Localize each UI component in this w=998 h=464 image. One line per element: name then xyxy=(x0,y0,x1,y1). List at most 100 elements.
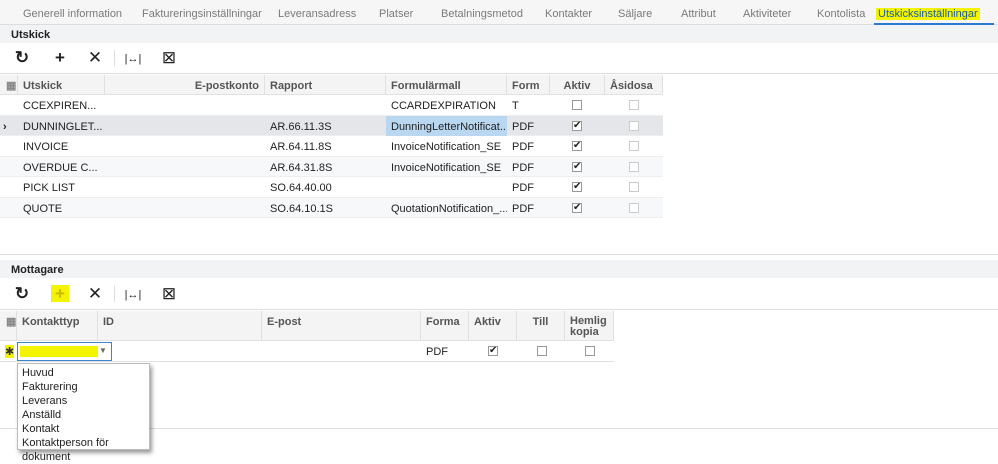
aktiv-checkbox[interactable]: ✔ xyxy=(572,182,582,192)
till-checkbox[interactable] xyxy=(537,346,547,356)
delete-icon[interactable]: ✕ xyxy=(86,49,104,66)
kontakttyp-value xyxy=(20,346,98,357)
column-header-aktiv[interactable]: Aktiv xyxy=(550,75,605,94)
tab-leveransadress[interactable]: Leveransadress xyxy=(278,8,356,20)
table-row[interactable]: OVERDUE C... AR.64.31.8S InvoiceNotificati… xyxy=(0,156,663,177)
column-header-kontakttyp[interactable]: Kontakttyp xyxy=(17,311,98,340)
aktiv-checkbox[interactable]: ✔ xyxy=(572,202,582,213)
section-title-utskick: Utskick xyxy=(0,25,998,43)
utskick-cell[interactable]: PICK LIST xyxy=(18,182,105,194)
form-cell[interactable]: PDF xyxy=(507,162,550,174)
column-header-epostkonto[interactable]: E-postkonto xyxy=(105,75,265,94)
rapport-cell[interactable]: AR.66.11.3S xyxy=(265,121,386,133)
dropdown-option-huvud[interactable]: Huvud xyxy=(18,366,149,380)
formularmall-cell[interactable]: InvoiceNotification_SE xyxy=(386,141,507,153)
table-row[interactable]: PICK LIST SO.64.40.00 PDF ✔ xyxy=(0,177,663,198)
toolbar-divider xyxy=(114,50,115,66)
column-header-epost[interactable]: E-post xyxy=(262,311,421,340)
tab-bar: Generell information Faktureringsinställ… xyxy=(0,0,998,25)
tab-betalningsmetod[interactable]: Betalningsmetod xyxy=(441,8,523,20)
tab-generell-information[interactable]: Generell information xyxy=(23,8,122,20)
column-settings-icon[interactable]: ▦ xyxy=(0,311,17,340)
column-header-forma[interactable]: Forma xyxy=(421,311,469,340)
utskick-cell[interactable]: DUNNINGLET... xyxy=(18,121,105,133)
asidosa-checkbox[interactable] xyxy=(629,100,639,110)
tab-faktureringsinstallningar[interactable]: Faktureringsinställningar xyxy=(142,8,262,20)
rapport-cell[interactable]: AR.64.11.8S xyxy=(265,141,386,153)
dropdown-option-fakturering[interactable]: Fakturering xyxy=(18,380,149,394)
table-row[interactable]: QUOTE SO.64.10.1S QuotationNotification_..… xyxy=(0,197,663,218)
asidosa-checkbox[interactable] xyxy=(629,202,639,213)
form-cell[interactable]: PDF xyxy=(507,182,550,194)
column-header-till[interactable]: Till xyxy=(517,311,565,340)
refresh-icon[interactable]: ↻ xyxy=(13,49,31,66)
toolbar-divider xyxy=(114,286,115,302)
tab-platser[interactable]: Platser xyxy=(379,8,413,20)
add-icon[interactable]: + xyxy=(51,49,69,66)
utskick-cell[interactable]: CCEXPIREN... xyxy=(18,100,105,112)
add-icon[interactable]: + xyxy=(51,285,69,302)
column-header-formularmall[interactable]: Formulärmall xyxy=(386,75,507,94)
form-cell[interactable]: PDF xyxy=(507,141,550,153)
kontakttyp-select[interactable]: ▼ xyxy=(17,342,112,361)
dropdown-option-anstalld[interactable]: Anställd xyxy=(18,408,149,422)
tab-aktiviteter[interactable]: Aktiviteter xyxy=(743,8,791,20)
rapport-cell[interactable]: SO.64.40.00 xyxy=(265,182,386,194)
asidosa-checkbox[interactable] xyxy=(629,120,639,131)
form-cell[interactable]: T xyxy=(507,100,550,112)
column-header-hemlig-kopia[interactable]: Hemlig kopia xyxy=(565,311,614,340)
tab-utskicksinstallningar[interactable]: Utskicksinställningar xyxy=(876,8,980,20)
dropdown-option-kontakt[interactable]: Kontakt xyxy=(18,422,149,436)
refresh-icon[interactable]: ↻ xyxy=(13,285,31,302)
delete-icon[interactable]: ✕ xyxy=(86,285,104,302)
tab-saljare[interactable]: Säljare xyxy=(618,8,652,20)
aktiv-checkbox[interactable]: ✔ xyxy=(572,161,582,172)
asidosa-checkbox[interactable] xyxy=(629,161,639,172)
aktiv-checkbox[interactable]: ✔ xyxy=(488,346,498,356)
current-row-indicator-icon: › xyxy=(3,120,7,133)
fit-columns-icon[interactable]: |↔| xyxy=(122,287,144,304)
table-row[interactable]: INVOICE AR.64.11.8S InvoiceNotification_SE… xyxy=(0,136,663,157)
tab-kontakter[interactable]: Kontakter xyxy=(545,8,592,20)
utskick-grid-header: ▦ Utskick E-postkonto Rapport Formulärma… xyxy=(0,75,663,95)
chevron-down-icon[interactable]: ▼ xyxy=(99,346,107,355)
form-cell[interactable]: PDF xyxy=(507,121,550,133)
mottagare-new-row: ✱ ▼ PDF ✔ xyxy=(0,341,614,362)
mottagare-grid-header: ▦ Kontakttyp ID E-post Forma Aktiv Till … xyxy=(0,311,614,341)
formularmall-cell[interactable]: DunningLetterNotificat... xyxy=(386,115,507,136)
asidosa-checkbox[interactable] xyxy=(629,141,639,151)
asidosa-checkbox[interactable] xyxy=(629,182,639,192)
column-settings-icon[interactable]: ▦ xyxy=(0,75,18,94)
table-row[interactable]: › DUNNINGLET... AR.66.11.3S DunningLetterNo… xyxy=(0,115,663,136)
rapport-cell[interactable]: AR.64.31.8S xyxy=(265,162,386,174)
utskick-cell[interactable]: OVERDUE C... xyxy=(18,162,105,174)
column-header-rapport[interactable]: Rapport xyxy=(265,75,386,94)
hemlig-kopia-checkbox[interactable] xyxy=(585,346,595,356)
column-header-utskick[interactable]: Utskick xyxy=(18,75,105,94)
formularmall-cell[interactable]: CCARDEXPIRATION xyxy=(386,100,507,112)
column-header-id[interactable]: ID xyxy=(98,311,262,340)
rapport-cell[interactable]: SO.64.10.1S xyxy=(265,203,386,215)
column-header-asidosa[interactable]: Åsidosa xyxy=(605,75,663,94)
aktiv-checkbox[interactable]: ✔ xyxy=(572,120,582,131)
table-row[interactable]: CCEXPIREN... CCARDEXPIRATION T xyxy=(0,95,663,116)
forma-value: PDF xyxy=(426,346,448,358)
utskick-toolbar: ↻ + ✕ |↔| ⊠ xyxy=(0,42,998,74)
export-excel-icon[interactable]: ⊠ xyxy=(160,285,178,302)
form-cell[interactable]: PDF xyxy=(507,203,550,215)
utskick-grid: ▦ Utskick E-postkonto Rapport Formulärma… xyxy=(0,75,998,255)
utskick-cell[interactable]: QUOTE xyxy=(18,203,105,215)
aktiv-checkbox[interactable] xyxy=(572,100,582,110)
export-excel-icon[interactable]: ⊠ xyxy=(160,49,178,66)
utskick-cell[interactable]: INVOICE xyxy=(18,141,105,153)
tab-kontolista[interactable]: Kontolista xyxy=(817,8,865,20)
tab-attribut[interactable]: Attribut xyxy=(681,8,716,20)
formularmall-cell[interactable]: InvoiceNotification_SE xyxy=(386,162,507,174)
aktiv-checkbox[interactable]: ✔ xyxy=(572,141,582,151)
dropdown-option-kontaktperson-for-dokument[interactable]: Kontaktperson för dokument xyxy=(18,436,149,463)
formularmall-cell[interactable]: QuotationNotification_... xyxy=(386,203,507,215)
dropdown-option-leverans[interactable]: Leverans xyxy=(18,394,149,408)
column-header-aktiv[interactable]: Aktiv xyxy=(469,311,517,340)
column-header-form[interactable]: Form xyxy=(507,75,550,94)
fit-columns-icon[interactable]: |↔| xyxy=(122,51,144,68)
